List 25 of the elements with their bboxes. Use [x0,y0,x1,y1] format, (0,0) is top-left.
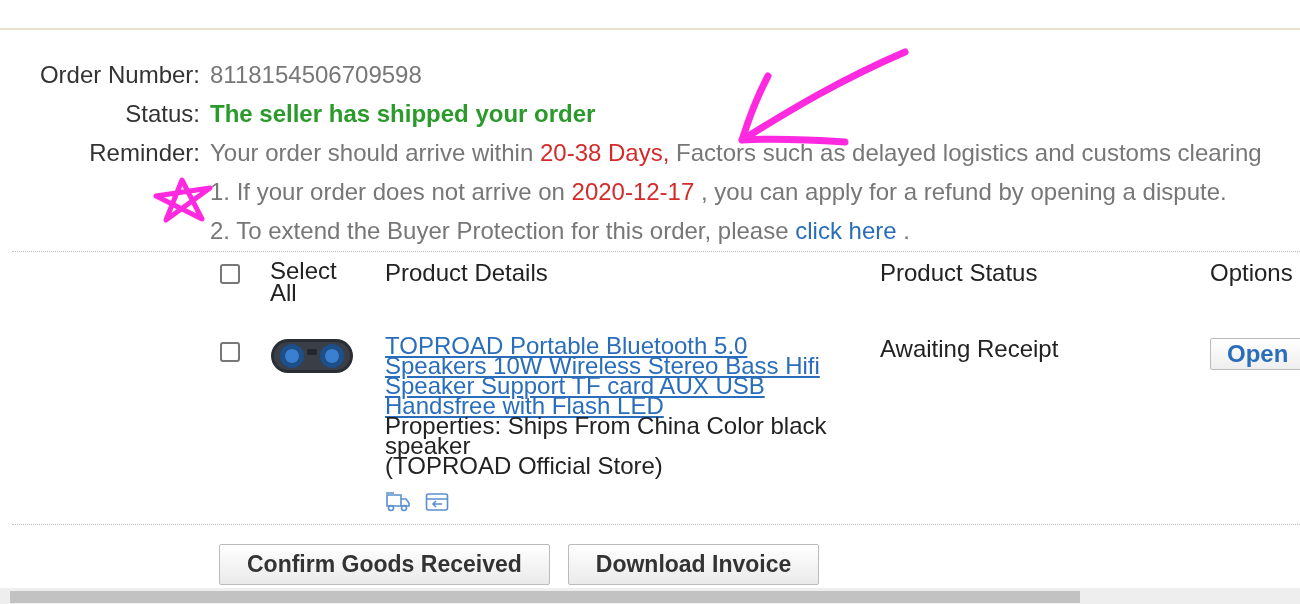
column-header: Options [1210,258,1293,287]
truck-icon[interactable] [385,492,411,512]
return-box-icon[interactable] [425,492,449,512]
product-title-link[interactable]: TOPROAD Portable Bluetooth 5.0 Speakers 10W Wireless Stereo Bass Hifi Speaker Support TF card AUX USB Handsfree with Flash LED [385,336,850,416]
scrollbar[interactable] [0,588,1300,604]
column-header: Product Status [880,258,1039,287]
field-value: 1. If your order does not arrive on 2020-12-17 , you can apply for a refund by opening a dispute. [210,179,1227,206]
field-label: Order Number: [39,61,200,89]
click-here-link[interactable]: click here [795,217,897,245]
field-value: 8118154506709598 [210,62,422,89]
field-label: Status: [125,100,200,128]
checkbox[interactable] [220,342,240,362]
column-header: Product Details [385,258,549,287]
reminder-text: . [902,217,910,245]
field-label: Reminder: [89,139,200,167]
status-text: The seller has shipped your order [210,101,596,128]
product-status: Awaiting Receipt [880,334,1060,363]
field-value: Your order should arrive within 20-38 Days, Factors such as delayed logistics and customs clearing [210,140,1262,167]
open-dispute-button[interactable]: Open [1210,338,1300,370]
reminder-text: 2. To extend the Buyer Protection for this order, please [210,217,790,245]
action-button[interactable]: Confirm Goods Received [219,544,550,585]
checkbox[interactable] [220,264,240,284]
action-button[interactable]: Download Invoice [567,544,820,585]
select-all-label: Select All [270,260,338,304]
scrollbar-thumb[interactable] [10,591,1080,603]
